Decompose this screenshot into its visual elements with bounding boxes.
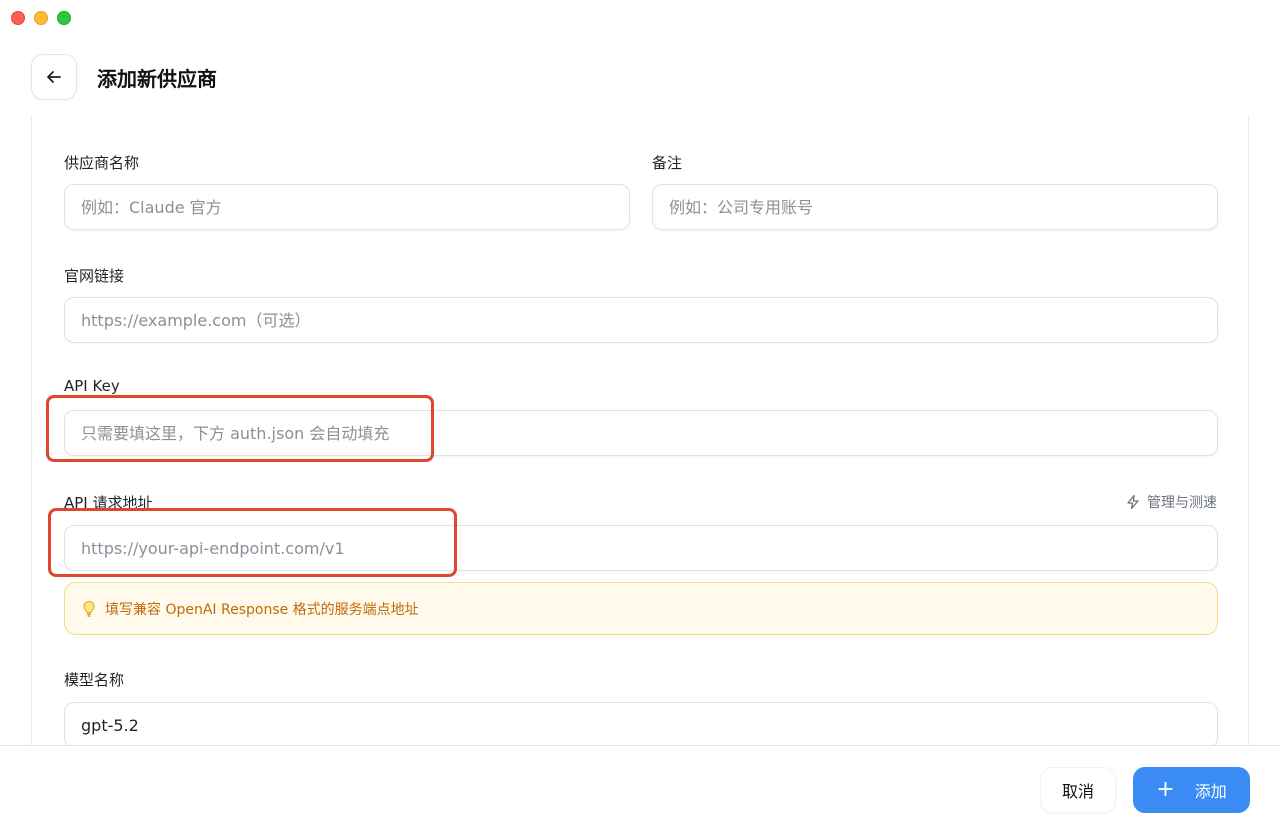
plus-icon: + (1156, 777, 1175, 802)
api-key-input[interactable] (64, 410, 1218, 456)
api-endpoint-label: API 请求地址 (64, 494, 153, 512)
endpoint-hint: 填写兼容 OpenAI Response 格式的服务端点地址 (64, 582, 1218, 635)
endpoint-hint-text: 填写兼容 OpenAI Response 格式的服务端点地址 (105, 601, 419, 618)
page-title: 添加新供应商 (97, 67, 217, 91)
zoom-window-button[interactable] (57, 11, 71, 25)
notes-input[interactable] (652, 184, 1218, 230)
add-button[interactable]: + 添加 (1133, 767, 1250, 813)
add-button-label: 添加 (1194, 782, 1227, 801)
footer-bar: 取消 + 添加 (0, 745, 1280, 832)
website-label: 官网链接 (64, 267, 125, 285)
arrow-left-icon (47, 71, 61, 83)
manage-speedtest-link[interactable]: 管理与测速 (1125, 492, 1217, 512)
provider-name-input[interactable] (64, 184, 630, 230)
api-key-label: API Key (64, 377, 120, 395)
minimize-window-button[interactable] (34, 11, 48, 25)
app-window: 添加新供应商 供应商名称 备注 官网链接 API Key API 请求地址 管理… (0, 0, 1280, 832)
provider-name-label: 供应商名称 (64, 154, 140, 172)
model-name-label: 模型名称 (64, 671, 125, 689)
lightning-icon (1127, 494, 1139, 510)
close-window-button[interactable] (11, 11, 25, 25)
lightbulb-icon (83, 600, 95, 617)
back-button[interactable] (31, 54, 77, 100)
api-endpoint-input[interactable] (64, 525, 1218, 571)
window-controls (11, 11, 71, 25)
website-input[interactable] (64, 297, 1218, 343)
notes-label: 备注 (652, 154, 683, 172)
model-name-input[interactable] (64, 702, 1218, 746)
cancel-button[interactable]: 取消 (1040, 767, 1116, 813)
provider-form: 供应商名称 备注 官网链接 API Key API 请求地址 管理与测速 填写兼… (31, 116, 1249, 746)
manage-speedtest-label: 管理与测速 (1147, 495, 1217, 511)
